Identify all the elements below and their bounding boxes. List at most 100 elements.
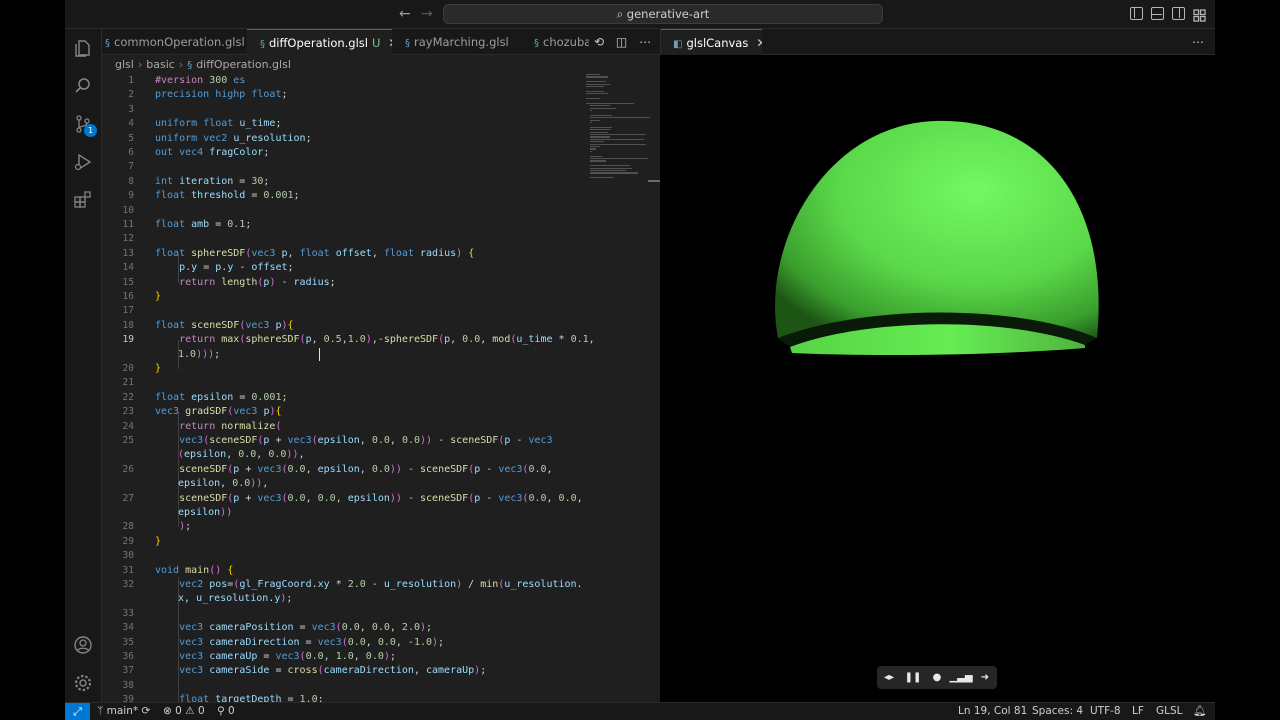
status-bar: ⤢ ᛘ main* ⟳ ⊗ 0 ⚠ 0 ⚲ 0 Ln 19, Col 81 Sp…: [65, 702, 1215, 720]
code-text: vec3(sceneSDF(p + vec3(epsilon, 0.0, 0.0…: [179, 435, 553, 446]
warning-count: 0: [197, 705, 205, 717]
open-changes-icon[interactable]: ⟲: [594, 35, 604, 49]
explorer-icon[interactable]: [73, 38, 93, 58]
more-actions-icon[interactable]: ⋯: [1192, 35, 1204, 49]
record-icon[interactable]: ●: [925, 666, 949, 689]
toggle-secondary-sidebar-icon[interactable]: [1172, 7, 1185, 20]
preview-icon: ◧: [673, 39, 683, 50]
code-text: sceneSDF(p + vec3(0.0, 0.0, epsilon)) - …: [179, 492, 583, 504]
toggle-panel-icon[interactable]: [1151, 7, 1164, 20]
line-number: 12: [122, 233, 134, 245]
code-text: vec3 gradSDF(vec3 p){: [155, 406, 282, 418]
minimap-line: [586, 81, 606, 83]
minimap-line: [586, 74, 600, 76]
rewind-icon[interactable]: ◂▸: [877, 666, 901, 689]
breadcrumb-item[interactable]: diffOperation.glsl: [196, 58, 291, 71]
line-number: 38: [122, 679, 134, 691]
run-debug-icon[interactable]: [73, 152, 93, 172]
customize-layout-icon[interactable]: [1193, 7, 1206, 22]
tab-diff-operation[interactable]: §diffOperation.glslU✕: [247, 29, 392, 55]
account-icon[interactable]: [73, 635, 93, 655]
branch-name: main*: [106, 705, 139, 717]
glsl-file-icon: §: [105, 38, 110, 49]
back-arrow-icon[interactable]: ←: [399, 6, 411, 22]
remote-icon[interactable]: ⤢: [65, 703, 90, 720]
tab-label: chozuba: [543, 35, 589, 49]
end-of-line[interactable]: LF: [1132, 703, 1144, 720]
code-editor[interactable]: 1 #version 300 es 2 precision highp float; 3…: [102, 74, 660, 702]
cursor-position[interactable]: Ln 19, Col 81: [958, 703, 1027, 720]
minimap-line: [590, 172, 638, 174]
notifications-bell-icon[interactable]: 🔔︎: [1193, 703, 1206, 720]
tab-label: diffOperation.glsl: [269, 36, 368, 50]
command-center-search[interactable]: ⌕ generative-art: [443, 4, 883, 24]
minimap-line: [590, 170, 626, 172]
warning-icon: ⚠: [185, 705, 198, 717]
close-icon[interactable]: ✕: [756, 36, 762, 50]
line-number: 19: [122, 334, 134, 346]
minimap[interactable]: [586, 74, 656, 184]
manage-gear-icon[interactable]: [73, 673, 93, 693]
problems-indicator[interactable]: ⊗ 0 ⚠ 0: [163, 703, 205, 720]
line-number: 25: [122, 435, 134, 446]
forward-arrow-icon[interactable]: →: [421, 6, 433, 22]
minimap-line: [586, 102, 634, 104]
glsl-file-icon: §: [405, 38, 410, 49]
tab-chozuba[interactable]: § chozuba: [521, 29, 589, 55]
title-bar: ← → ⌕ generative-art: [65, 0, 1215, 29]
line-number: 30: [122, 550, 134, 562]
extensions-icon[interactable]: [73, 190, 93, 210]
line-number: 20: [122, 363, 134, 374]
code-text: }: [155, 535, 162, 547]
code-text: (epsilon, 0.0, 0.0)),: [178, 449, 305, 461]
glsl-canvas-view[interactable]: ◂▸ ❚❚ ● ▁▃▅ ➜: [660, 55, 1215, 702]
minimap-line: [586, 86, 604, 88]
indentation[interactable]: Spaces: 4: [1032, 703, 1083, 720]
language-mode[interactable]: GLSL: [1156, 703, 1183, 720]
code-text: 1.0)));: [178, 348, 221, 360]
stats-icon[interactable]: ▁▃▅: [949, 666, 973, 689]
forward-icon[interactable]: ➜: [973, 666, 997, 689]
breadcrumb-item[interactable]: glsl: [115, 58, 134, 71]
minimap-line: [590, 138, 644, 140]
line-number: 36: [122, 651, 134, 662]
line-number: 17: [122, 305, 134, 317]
line-number: 9: [128, 190, 134, 202]
encoding[interactable]: UTF-8: [1090, 703, 1121, 720]
code-text: vec2 pos=(gl_FragCoord.xy * 2.0 - u_reso…: [179, 579, 583, 590]
tab-common-operation[interactable]: § commonOperation.glsl: [102, 29, 247, 55]
error-count: 0: [175, 705, 182, 717]
code-text: vec3 cameraPosition = vec3(0.0, 0.0, 2.0…: [179, 622, 433, 634]
minimap-line: [586, 93, 608, 95]
minimap-line: [590, 160, 606, 162]
line-number: 26: [122, 463, 134, 475]
chevron-right-icon: ›: [178, 58, 184, 71]
search-icon[interactable]: [73, 76, 93, 96]
line-number: 27: [122, 492, 134, 504]
breadcrumb-item[interactable]: basic: [146, 58, 175, 71]
minimap-line: [590, 131, 608, 133]
source-control-badge: 1: [84, 124, 97, 137]
code-text: vec3 cameraSide = cross(cameraDirection,…: [179, 665, 487, 677]
split-editor-icon[interactable]: ◫: [616, 35, 627, 49]
minimap-line: [590, 129, 610, 131]
tab-ray-marching[interactable]: § rayMarching.glsl: [392, 29, 515, 55]
minimap-line: [590, 117, 650, 119]
minimap-line: [590, 126, 612, 128]
ports-indicator[interactable]: ⚲ 0: [217, 703, 235, 720]
canvas-tab-bar: ◧glslCanvas ✕ ⋯: [660, 29, 1215, 55]
code-text: int iteration = 30;: [155, 175, 270, 187]
code-text: );: [179, 521, 192, 533]
line-number: 24: [122, 420, 134, 432]
minimap-line: [590, 150, 592, 152]
pause-icon[interactable]: ❚❚: [901, 666, 925, 689]
toggle-primary-sidebar-icon[interactable]: [1130, 7, 1143, 20]
tab-glsl-canvas[interactable]: ◧glslCanvas ✕: [661, 29, 762, 55]
code-text: uniform float u_time;: [155, 118, 282, 130]
branch-indicator[interactable]: ᛘ main* ⟳: [97, 703, 150, 720]
rendered-hemisphere: [775, 120, 1099, 356]
code-text: float sphereSDF(vec3 p, float offset, fl…: [155, 247, 475, 259]
more-actions-icon[interactable]: ⋯: [639, 35, 651, 49]
code-text: return max(sphereSDF(p, 0.5,1.0),-sphere…: [179, 334, 595, 346]
line-number: 4: [128, 118, 134, 130]
